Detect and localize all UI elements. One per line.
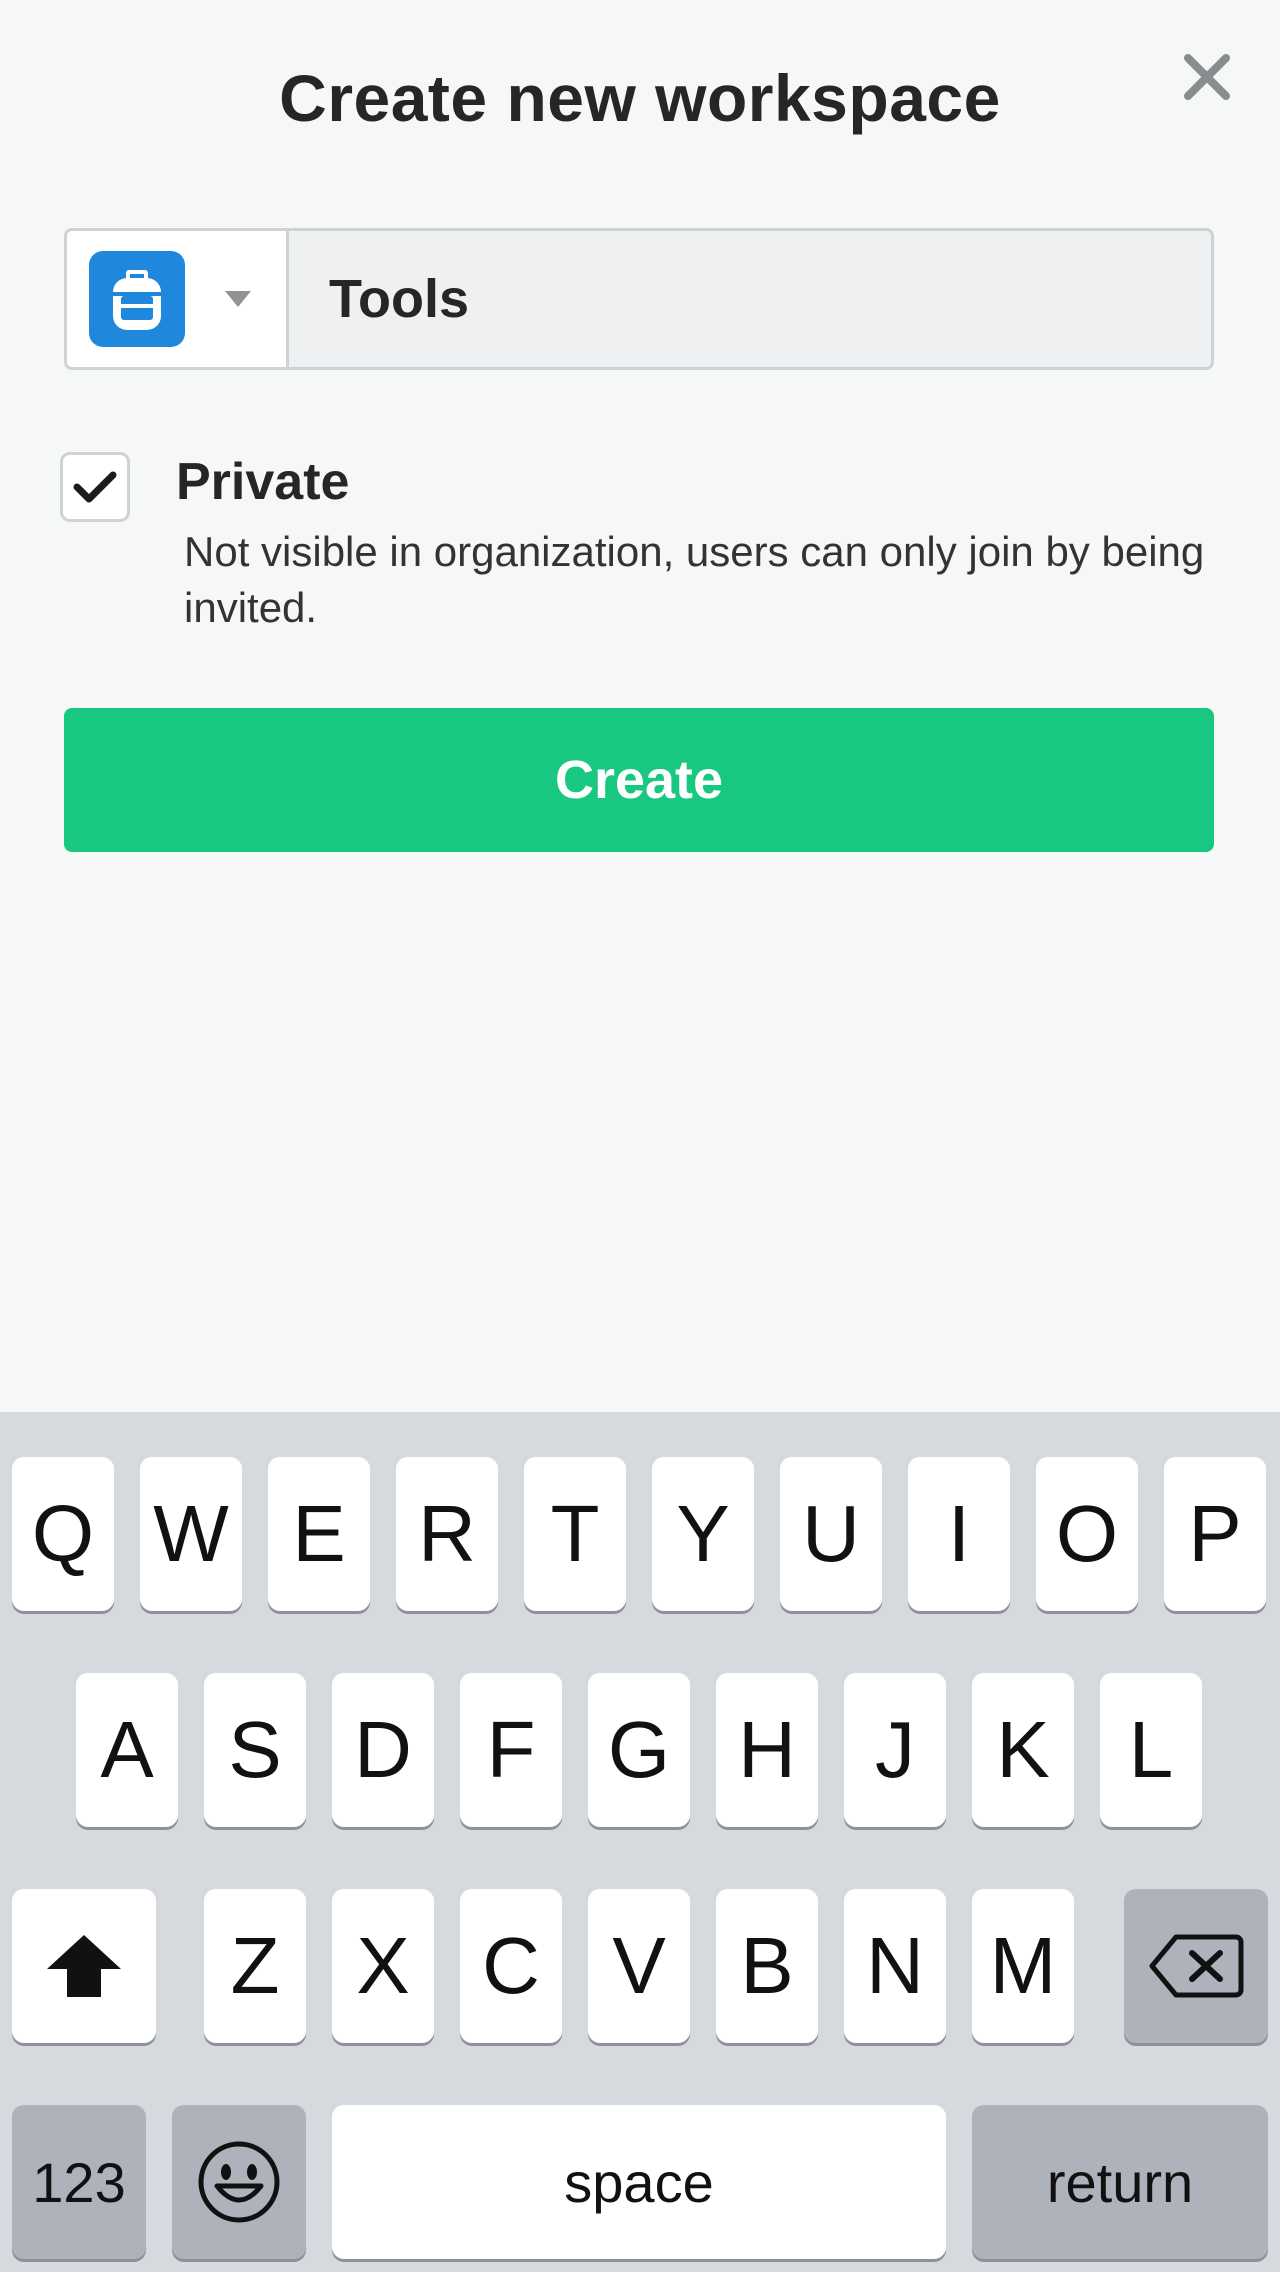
page-title: Create new workspace [279,61,1001,135]
create-button[interactable]: Create [64,708,1214,852]
key-l[interactable]: L [1100,1673,1202,1827]
key-z[interactable]: Z [204,1889,306,2043]
key-n[interactable]: N [844,1889,946,2043]
delete-key[interactable] [1124,1889,1268,2043]
key-v[interactable]: V [588,1889,690,2043]
close-icon [1184,54,1230,100]
workspace-icon-picker[interactable] [67,231,289,367]
key-q[interactable]: Q [12,1457,114,1611]
private-label: Private [176,453,350,511]
key-p[interactable]: P [1164,1457,1266,1611]
checkmark-icon [73,471,117,503]
key-d[interactable]: D [332,1673,434,1827]
key-a[interactable]: A [76,1673,178,1827]
key-c[interactable]: C [460,1889,562,2043]
key-m[interactable]: M [972,1889,1074,2043]
chevron-down-icon [225,291,251,307]
key-f[interactable]: F [460,1673,562,1827]
private-checkbox[interactable] [60,452,130,522]
key-t[interactable]: T [524,1457,626,1611]
backpack-icon [89,251,185,347]
key-k[interactable]: K [972,1673,1074,1827]
key-s[interactable]: S [204,1673,306,1827]
key-g[interactable]: G [588,1673,690,1827]
emoji-key[interactable] [172,2105,306,2259]
shift-arrow-icon [47,1935,121,1997]
numbers-key[interactable]: 123 [12,2105,146,2259]
key-b[interactable]: B [716,1889,818,2043]
key-i[interactable]: I [908,1457,1010,1611]
space-key[interactable]: space [332,2105,946,2259]
workspace-name-field [64,228,1214,370]
key-e[interactable]: E [268,1457,370,1611]
backspace-icon [1149,1934,1244,1998]
shift-key[interactable] [12,1889,156,2043]
private-description: Not visible in organization, users can o… [184,528,1205,631]
key-x[interactable]: X [332,1889,434,2043]
key-o[interactable]: O [1036,1457,1138,1611]
emoji-icon [198,2141,280,2223]
key-y[interactable]: Y [652,1457,754,1611]
workspace-name-input[interactable] [329,268,1211,330]
key-j[interactable]: J [844,1673,946,1827]
key-h[interactable]: H [716,1673,818,1827]
close-button[interactable] [1170,40,1244,114]
key-r[interactable]: R [396,1457,498,1611]
return-key[interactable]: return [972,2105,1268,2259]
workspace-name-input-wrap [289,231,1211,367]
onscreen-keyboard: Q W E R T Y U I O P A S D F G H J K L Z … [0,1412,1280,2272]
key-w[interactable]: W [140,1457,242,1611]
key-u[interactable]: U [780,1457,882,1611]
